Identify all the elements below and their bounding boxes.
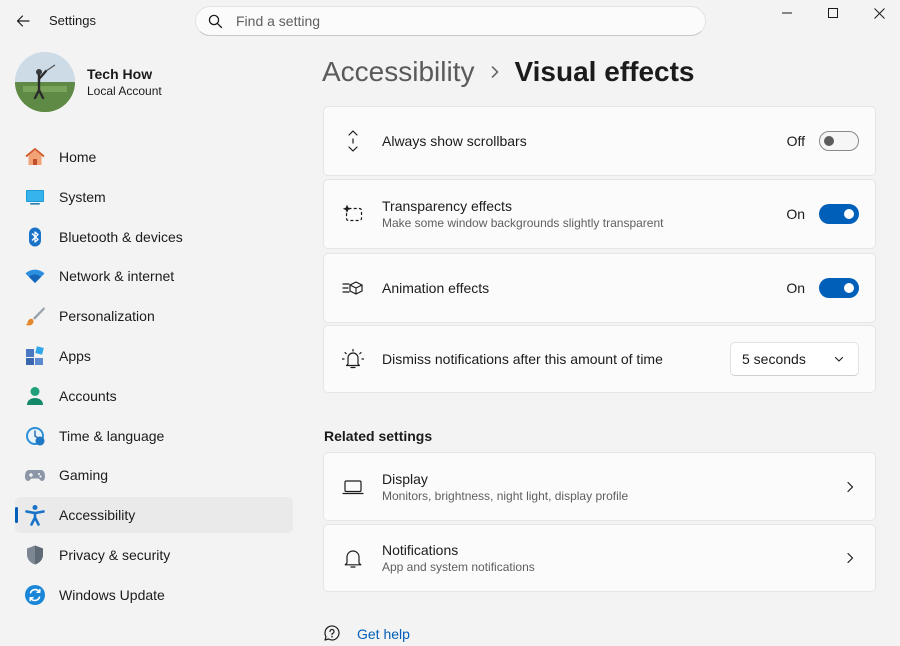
maximize-icon <box>828 8 838 18</box>
sidebar-item-label: Home <box>59 149 97 165</box>
sidebar-item-label: Network & internet <box>59 268 175 285</box>
notification-timeout-dropdown[interactable]: 5 seconds <box>730 342 859 376</box>
setting-card-animation: Animation effects On <box>323 253 876 323</box>
notification-bell-icon <box>341 347 365 371</box>
user-profile[interactable]: Tech How Local Account <box>15 52 162 112</box>
setting-title: Display <box>382 470 428 487</box>
sidebar-item-label: System <box>59 188 106 205</box>
sidebar-item-label: Accounts <box>59 387 117 404</box>
sidebar-item-network[interactable]: Network & internet <box>15 258 293 294</box>
setting-description: Make some window backgrounds slightly tr… <box>382 216 664 230</box>
toggle-state-label: On <box>786 206 805 222</box>
sidebar-item-accounts[interactable]: Accounts <box>15 378 293 414</box>
sidebar-item-personalization[interactable]: Personalization <box>15 298 293 334</box>
minimize-button[interactable] <box>764 0 810 26</box>
get-help-label: Get help <box>357 626 410 642</box>
sidebar-item-label: Gaming <box>59 467 109 484</box>
get-help-link[interactable]: Get help <box>322 624 410 644</box>
profile-account-type: Local Account <box>87 84 162 98</box>
back-button[interactable] <box>8 6 38 36</box>
app-title: Settings <box>49 13 96 28</box>
transparency-toggle[interactable] <box>819 204 859 224</box>
accounts-icon <box>24 385 46 407</box>
search-input[interactable] <box>236 13 676 29</box>
sidebar-item-label: Privacy & security <box>59 546 171 563</box>
dropdown-selected-value: 5 seconds <box>742 351 806 367</box>
related-card-display[interactable]: Display Monitors, brightness, night ligh… <box>323 452 876 521</box>
setting-card-notification-timeout: Dismiss notifications after this amount … <box>323 325 876 393</box>
wifi-icon <box>24 265 46 287</box>
toggle-state-label: Off <box>786 133 805 149</box>
accessibility-icon <box>24 504 46 526</box>
animation-icon <box>341 276 365 300</box>
sidebar-item-label: Accessibility <box>59 507 136 524</box>
related-settings-heading: Related settings <box>324 428 433 444</box>
toggle-state-label: On <box>786 280 805 296</box>
profile-name: Tech How <box>87 66 153 82</box>
sidebar-item-privacy-security[interactable]: Privacy & security <box>15 537 293 573</box>
back-arrow-icon <box>16 15 30 27</box>
sidebar-item-apps[interactable]: Apps <box>15 338 293 374</box>
apps-icon <box>24 345 46 367</box>
sidebar-item-label: Windows Update <box>59 586 165 603</box>
clock-globe-icon <box>24 425 46 447</box>
search-box[interactable] <box>195 6 706 36</box>
help-chat-icon <box>324 625 340 641</box>
sidebar-nav: Home System Bluetooth & devices Network … <box>15 139 293 617</box>
sidebar-item-label: Personalization <box>59 308 155 325</box>
breadcrumb: Accessibility Visual effects <box>322 52 695 92</box>
setting-title: Always show scrollbars <box>382 133 527 149</box>
page-title: Visual effects <box>514 56 695 87</box>
chevron-right-icon <box>490 65 500 79</box>
sidebar-item-home[interactable]: Home <box>15 139 293 175</box>
chevron-right-icon <box>847 552 854 564</box>
breadcrumb-parent-link[interactable]: Accessibility <box>322 56 474 88</box>
laptop-icon <box>341 475 365 499</box>
sidebar-item-time-language[interactable]: Time & language <box>15 418 293 454</box>
setting-title: Notifications <box>382 542 459 558</box>
sidebar-item-label: Apps <box>59 347 91 364</box>
scroll-arrows-icon <box>341 129 365 153</box>
search-icon <box>208 13 224 29</box>
setting-card-transparency: Transparency effects Make some window ba… <box>323 179 876 249</box>
close-button[interactable] <box>856 0 900 26</box>
sidebar-item-system[interactable]: System <box>15 179 293 215</box>
sidebar-item-label: Time & language <box>59 427 165 444</box>
shield-icon <box>24 544 46 566</box>
title-bar: Settings <box>0 0 900 42</box>
close-icon <box>873 7 885 19</box>
animation-toggle[interactable] <box>819 278 859 298</box>
sidebar-item-accessibility[interactable]: Accessibility <box>15 497 293 534</box>
update-icon <box>24 584 46 606</box>
toggle-knob <box>844 283 854 293</box>
maximize-button[interactable] <box>810 0 856 26</box>
avatar <box>15 52 75 112</box>
system-icon <box>24 186 46 208</box>
sidebar-item-label: Bluetooth & devices <box>59 228 183 245</box>
transparency-icon <box>341 202 365 226</box>
chevron-down-icon <box>834 356 844 362</box>
sidebar-item-gaming[interactable]: Gaming <box>15 457 293 493</box>
setting-description: Monitors, brightness, night light, displ… <box>382 488 629 503</box>
related-card-notifications[interactable]: Notifications App and system notificatio… <box>323 524 876 592</box>
minimize-icon <box>782 12 792 14</box>
brush-icon <box>24 305 46 327</box>
scrollbars-toggle[interactable] <box>819 131 859 151</box>
bell-icon <box>341 546 365 570</box>
setting-description: App and system notifications <box>382 560 535 574</box>
sidebar-item-windows-update[interactable]: Windows Update <box>15 577 293 613</box>
setting-card-scrollbars: Always show scrollbars Off <box>323 106 876 176</box>
gamepad-icon <box>24 464 46 486</box>
bluetooth-icon <box>24 226 46 248</box>
setting-title: Transparency effects <box>382 198 512 214</box>
chevron-right-icon <box>847 481 854 492</box>
sidebar-item-bluetooth[interactable]: Bluetooth & devices <box>15 219 293 255</box>
setting-title: Dismiss notifications after this amount … <box>382 351 663 367</box>
setting-title: Animation effects <box>382 280 490 296</box>
toggle-knob <box>844 209 854 219</box>
home-icon <box>24 146 46 168</box>
toggle-knob <box>824 136 834 146</box>
